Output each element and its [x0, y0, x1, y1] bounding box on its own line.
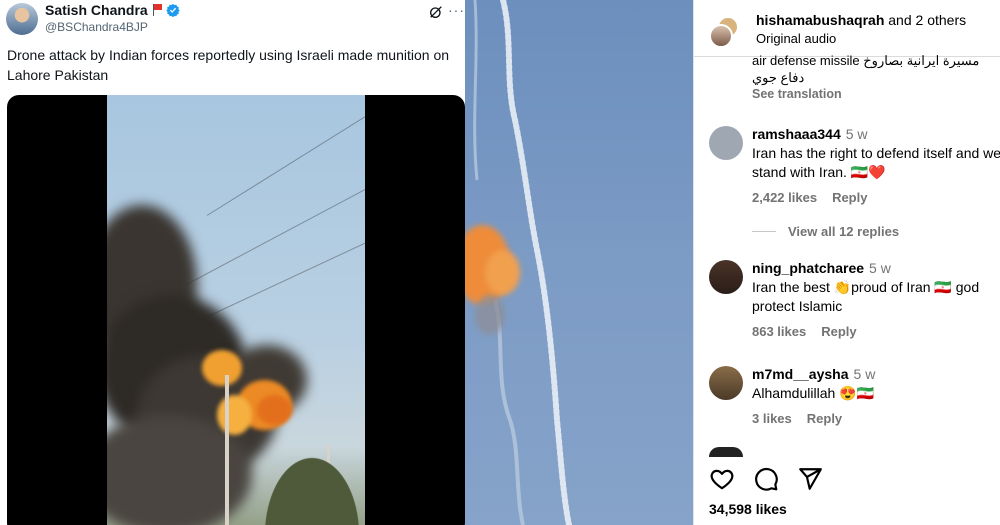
cut-comment-line: air defense missile مسيرة ايرانية بصاروخ: [752, 53, 980, 68]
see-translation-link[interactable]: See translation: [752, 87, 842, 101]
tweet-video[interactable]: [7, 95, 465, 525]
reply-button[interactable]: Reply: [832, 190, 867, 205]
tweet-author[interactable]: Satish Chandra: [45, 2, 180, 18]
comment-username[interactable]: ramshaaa344: [752, 126, 841, 142]
comment-time: 5 w: [869, 260, 891, 276]
avatar: [709, 447, 743, 457]
share-icon[interactable]: [797, 466, 823, 492]
missile-video-frame: [465, 0, 693, 525]
instagram-comments-panel: hishamabushaqrah and 2 others Original a…: [693, 0, 1000, 525]
comment-username[interactable]: ning_phatcharee: [752, 260, 864, 276]
avatar: [709, 24, 733, 48]
author-username[interactable]: hishamabushaqrah: [756, 12, 884, 28]
heart-icon[interactable]: [709, 466, 735, 492]
comment-likes[interactable]: 3 likes: [752, 411, 792, 426]
flag-icon: [152, 4, 163, 16]
comment-text: Alhamdulillah 😍🇮🇷: [752, 385, 875, 401]
comment-username[interactable]: m7md__aysha: [752, 366, 849, 382]
reply-button[interactable]: Reply: [821, 324, 856, 339]
co-authors-link[interactable]: and 2 others: [888, 12, 966, 28]
comment-time: 5 w: [853, 366, 876, 382]
grok-icon[interactable]: [428, 4, 444, 20]
cut-comment-line: دفاع جوي: [752, 70, 805, 85]
avatar[interactable]: [709, 260, 743, 294]
view-replies-button[interactable]: View all 12 replies: [752, 224, 899, 239]
author-handle[interactable]: @BSChandra4BJP: [45, 20, 148, 34]
comment-icon[interactable]: [753, 466, 779, 492]
view-replies-label: View all 12 replies: [788, 224, 900, 239]
avatar[interactable]: [709, 126, 743, 160]
more-icon[interactable]: ···: [448, 2, 465, 18]
avatar[interactable]: [709, 366, 743, 400]
video-frame: [107, 95, 365, 525]
comment-text: Iran has the right to defend itself and …: [752, 145, 1000, 180]
reply-button[interactable]: Reply: [807, 411, 842, 426]
avatar[interactable]: [6, 3, 38, 35]
comment-time: 5 w: [845, 126, 868, 142]
verified-icon: [166, 3, 180, 17]
comment-likes[interactable]: 2,422 likes: [752, 190, 817, 205]
audio-label[interactable]: Original audio: [756, 31, 836, 46]
post-likes-count[interactable]: 34,598 likes: [709, 501, 787, 517]
comment-likes[interactable]: 863 likes: [752, 324, 806, 339]
tweet-text: Drone attack by Indian forces reportedly…: [7, 47, 450, 83]
author-name[interactable]: Satish Chandra: [45, 2, 148, 18]
post-actions: [709, 466, 823, 492]
tweet-card: Satish Chandra @BSChandra4BJP ··· Drone …: [0, 0, 465, 525]
comment-text: Iran the best 👏proud of Iran 🇮🇷 god prot…: [752, 279, 980, 314]
post-authors[interactable]: hishamabushaqrah and 2 others: [756, 12, 966, 28]
screenshot-collage: Satish Chandra @BSChandra4BJP ··· Drone …: [0, 0, 1000, 525]
header-avatars[interactable]: [709, 16, 739, 48]
